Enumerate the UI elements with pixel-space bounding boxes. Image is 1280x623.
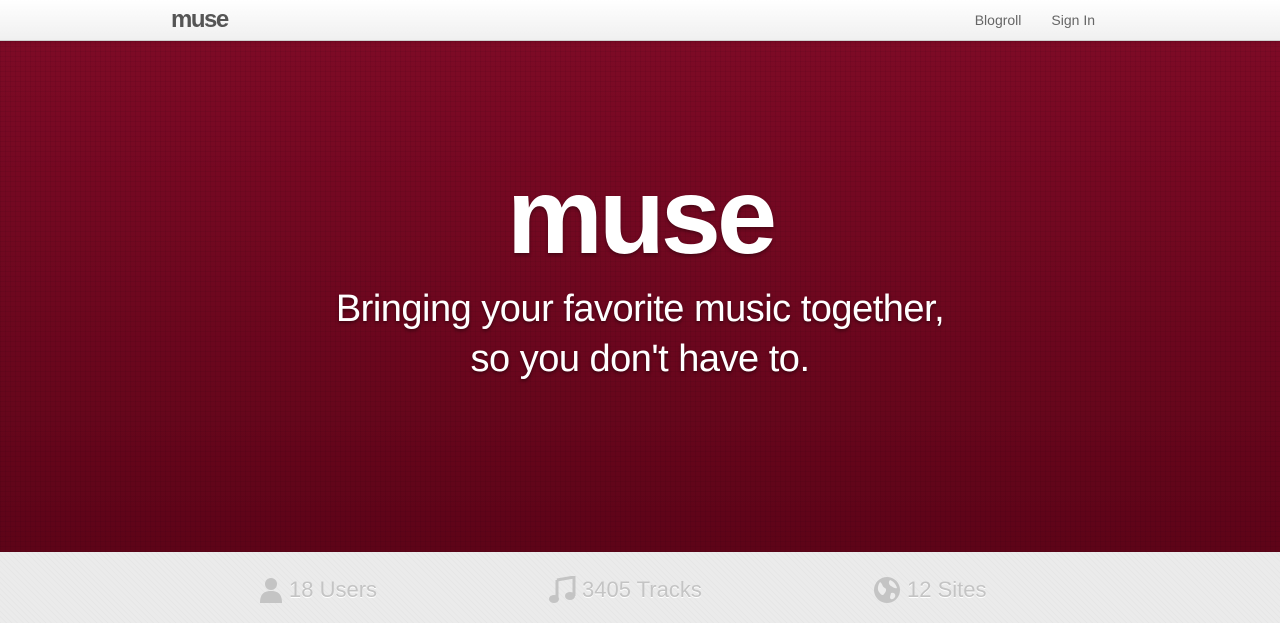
user-icon [260, 578, 282, 603]
music-note-icon [549, 576, 576, 603]
stat-sites: 12 Sites [873, 576, 987, 604]
stats-bar: 18 Users 3405 Tracks 12 Sites [0, 552, 1280, 623]
sign-in-link[interactable]: Sign In [1051, 12, 1095, 28]
nav-links: Blogroll Sign In [945, 0, 1095, 40]
stat-users-label: 18 Users [289, 577, 378, 602]
hero-tagline-line-2: so you don't have to. [470, 338, 811, 380]
hero-banner: muse Bringing your favorite music togeth… [0, 41, 1280, 552]
stat-tracks: 3405 Tracks [548, 576, 702, 604]
hero-title: muse [506, 155, 777, 276]
blogroll-link[interactable]: Blogroll [975, 12, 1022, 28]
stat-sites-label: 12 Sites [907, 577, 987, 602]
stat-users: 18 Users [259, 576, 377, 604]
stat-tracks-label: 3405 Tracks [582, 577, 702, 602]
hero-tagline-line-1: Bringing your favorite music together, [335, 288, 945, 330]
hero-tagline: Bringing your favorite music together, s… [0, 284, 1280, 384]
top-navbar: muse Blogroll Sign In [0, 0, 1280, 41]
globe-icon [874, 577, 900, 603]
brand-logo-link[interactable]: muse [171, 5, 229, 35]
